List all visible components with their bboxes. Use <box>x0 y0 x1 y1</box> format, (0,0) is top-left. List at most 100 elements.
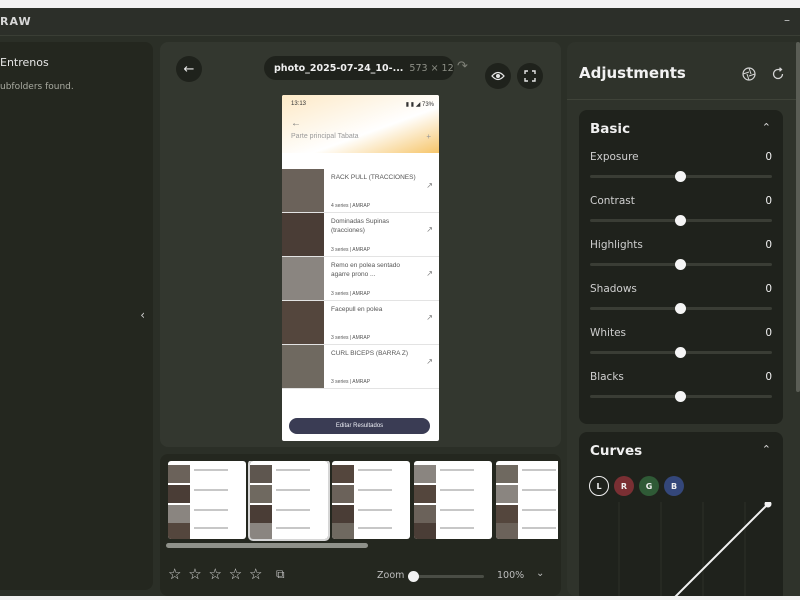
shadows-slider[interactable] <box>590 303 772 314</box>
exercise-meta: 3 series | AMRAP <box>331 335 371 341</box>
collapse-panel-button[interactable]: ‹ <box>140 308 145 322</box>
star-icon[interactable]: ☆ <box>229 565 243 583</box>
arrow-up-right-icon: ↗ <box>426 181 433 190</box>
chevron-down-icon[interactable]: ⌄ <box>536 568 544 579</box>
thumbnail[interactable] <box>332 461 410 539</box>
list-item: CURL BICEPS (BARRA Z) 3 series | AMRAP ↗ <box>282 345 439 389</box>
file-dimensions: 573 × 1280 <box>409 62 454 74</box>
back-button[interactable]: ← <box>176 56 202 82</box>
adjustment-label: Shadows <box>590 283 637 295</box>
exercise-thumbnail <box>282 301 324 344</box>
panel-scrollbar[interactable] <box>796 42 800 392</box>
phone-back-icon: ← <box>291 118 301 129</box>
exposure-slider[interactable] <box>590 171 772 182</box>
whites-slider[interactable] <box>590 347 772 358</box>
arrow-up-right-icon: ↗ <box>426 357 433 366</box>
slider-handle[interactable] <box>675 215 686 226</box>
channel-green-button[interactable]: G <box>639 476 659 496</box>
phone-plus-icon: + <box>426 132 431 141</box>
edit-results-button: Editar Resultados <box>289 418 430 434</box>
photo-preview: 13:13 ▮ ▮ ◢ 73% ← Parte principal Tabata… <box>282 95 439 441</box>
thumbnail-selected[interactable] <box>248 461 330 541</box>
slider-handle[interactable] <box>675 171 686 182</box>
thumbnail[interactable] <box>168 461 246 539</box>
curve-line <box>674 503 769 596</box>
blacks-slider[interactable] <box>590 391 772 402</box>
preview-toggle-button[interactable] <box>485 63 511 89</box>
exercise-thumbnail <box>282 213 324 256</box>
contrast-control: Contrast 0 <box>590 195 772 239</box>
exercise-thumbnail <box>282 345 324 388</box>
adjustment-value[interactable]: 0 <box>765 371 772 383</box>
shadows-control: Shadows 0 <box>590 283 772 327</box>
zoom-label: Zoom <box>377 570 405 581</box>
highlights-control: Highlights 0 <box>590 239 772 283</box>
adjustment-label: Contrast <box>590 195 635 207</box>
aperture-icon[interactable] <box>742 67 756 81</box>
folder-title: Entrenos <box>0 56 49 69</box>
adjustment-value[interactable]: 0 <box>765 151 772 163</box>
phone-tabs: Parte principal Tabata <box>291 133 359 140</box>
app-window: RAW – Entrenos ubfolders found. ‹ ← phot… <box>0 8 800 596</box>
exercise-meta: 3 series | AMRAP <box>331 247 371 253</box>
star-icon[interactable]: ☆ <box>208 565 222 583</box>
channel-blue-button[interactable]: B <box>664 476 684 496</box>
thumbnail[interactable] <box>414 461 492 539</box>
redo-icon[interactable]: ↷ <box>457 59 468 74</box>
slider-handle[interactable] <box>675 391 686 402</box>
whites-control: Whites 0 <box>590 327 772 371</box>
adjustment-label: Blacks <box>590 371 624 383</box>
eye-icon <box>491 71 505 81</box>
exercise-thumbnail <box>282 257 324 300</box>
chevron-up-icon[interactable]: ⌃ <box>762 443 771 456</box>
adjustment-value[interactable]: 0 <box>765 195 772 207</box>
chevron-up-icon[interactable]: ⌃ <box>762 121 771 134</box>
folder-empty-message: ubfolders found. <box>0 82 74 92</box>
adjustment-value[interactable]: 0 <box>765 283 772 295</box>
filmstrip-scrollbar[interactable] <box>166 543 368 548</box>
slider-handle[interactable] <box>675 347 686 358</box>
arrow-up-right-icon: ↗ <box>426 313 433 322</box>
star-icon[interactable]: ☆ <box>168 565 182 583</box>
reset-icon[interactable] <box>771 67 785 81</box>
exercise-meta: 4 series | AMRAP <box>331 203 371 209</box>
fullscreen-button[interactable] <box>517 63 543 89</box>
status-time: 13:13 <box>291 101 307 107</box>
file-info-pill: photo_2025-07-24_10-... 573 × 1280 <box>264 56 454 80</box>
exercise-name: RACK PULL (TRACCIONES) <box>331 174 416 181</box>
image-viewer: ← photo_2025-07-24_10-... 573 × 1280 ↷ 1… <box>160 42 561 447</box>
arrow-up-right-icon: ↗ <box>426 269 433 278</box>
curve-graph[interactable] <box>579 502 783 596</box>
slider-handle[interactable] <box>675 259 686 270</box>
adjustment-label: Highlights <box>590 239 643 251</box>
filmstrip-scrollbar-track <box>166 543 554 548</box>
channel-red-button[interactable]: R <box>614 476 634 496</box>
basic-section: Basic ⌃ Exposure 0 Contrast 0 Highlights… <box>579 110 783 424</box>
copy-icon[interactable]: ⧉ <box>276 567 285 582</box>
file-name: photo_2025-07-24_10-... <box>274 62 404 74</box>
exposure-control: Exposure 0 <box>590 151 772 195</box>
contrast-slider[interactable] <box>590 215 772 226</box>
list-item: RACK PULL (TRACCIONES) 4 series | AMRAP … <box>282 169 439 213</box>
fullscreen-icon <box>524 70 536 82</box>
thumbnail[interactable] <box>496 461 558 539</box>
star-icon[interactable]: ☆ <box>188 565 202 583</box>
channel-luma-button[interactable]: L <box>589 476 609 496</box>
minimize-button[interactable]: – <box>784 13 790 27</box>
thumbnail-strip <box>168 461 558 541</box>
adjustment-value[interactable]: 0 <box>765 327 772 339</box>
blacks-control: Blacks 0 <box>590 371 772 415</box>
exercise-name: Remo en polea sentado agarre prono ... <box>331 262 401 279</box>
exercise-name: Dominadas Supinas (tracciones) <box>331 218 390 235</box>
slider-handle[interactable] <box>675 303 686 314</box>
adjustment-label: Whites <box>590 327 627 339</box>
star-icon[interactable]: ☆ <box>249 565 263 583</box>
zoom-slider-handle[interactable] <box>408 571 419 582</box>
exercise-name: Facepull en polea <box>331 306 383 313</box>
zoom-value: 100% <box>497 570 525 581</box>
adjustment-value[interactable]: 0 <box>765 239 772 251</box>
exercise-thumbnail <box>282 169 324 212</box>
zoom-slider[interactable] <box>408 571 484 582</box>
exercise-list: RACK PULL (TRACCIONES) 4 series | AMRAP … <box>282 169 439 389</box>
highlights-slider[interactable] <box>590 259 772 270</box>
